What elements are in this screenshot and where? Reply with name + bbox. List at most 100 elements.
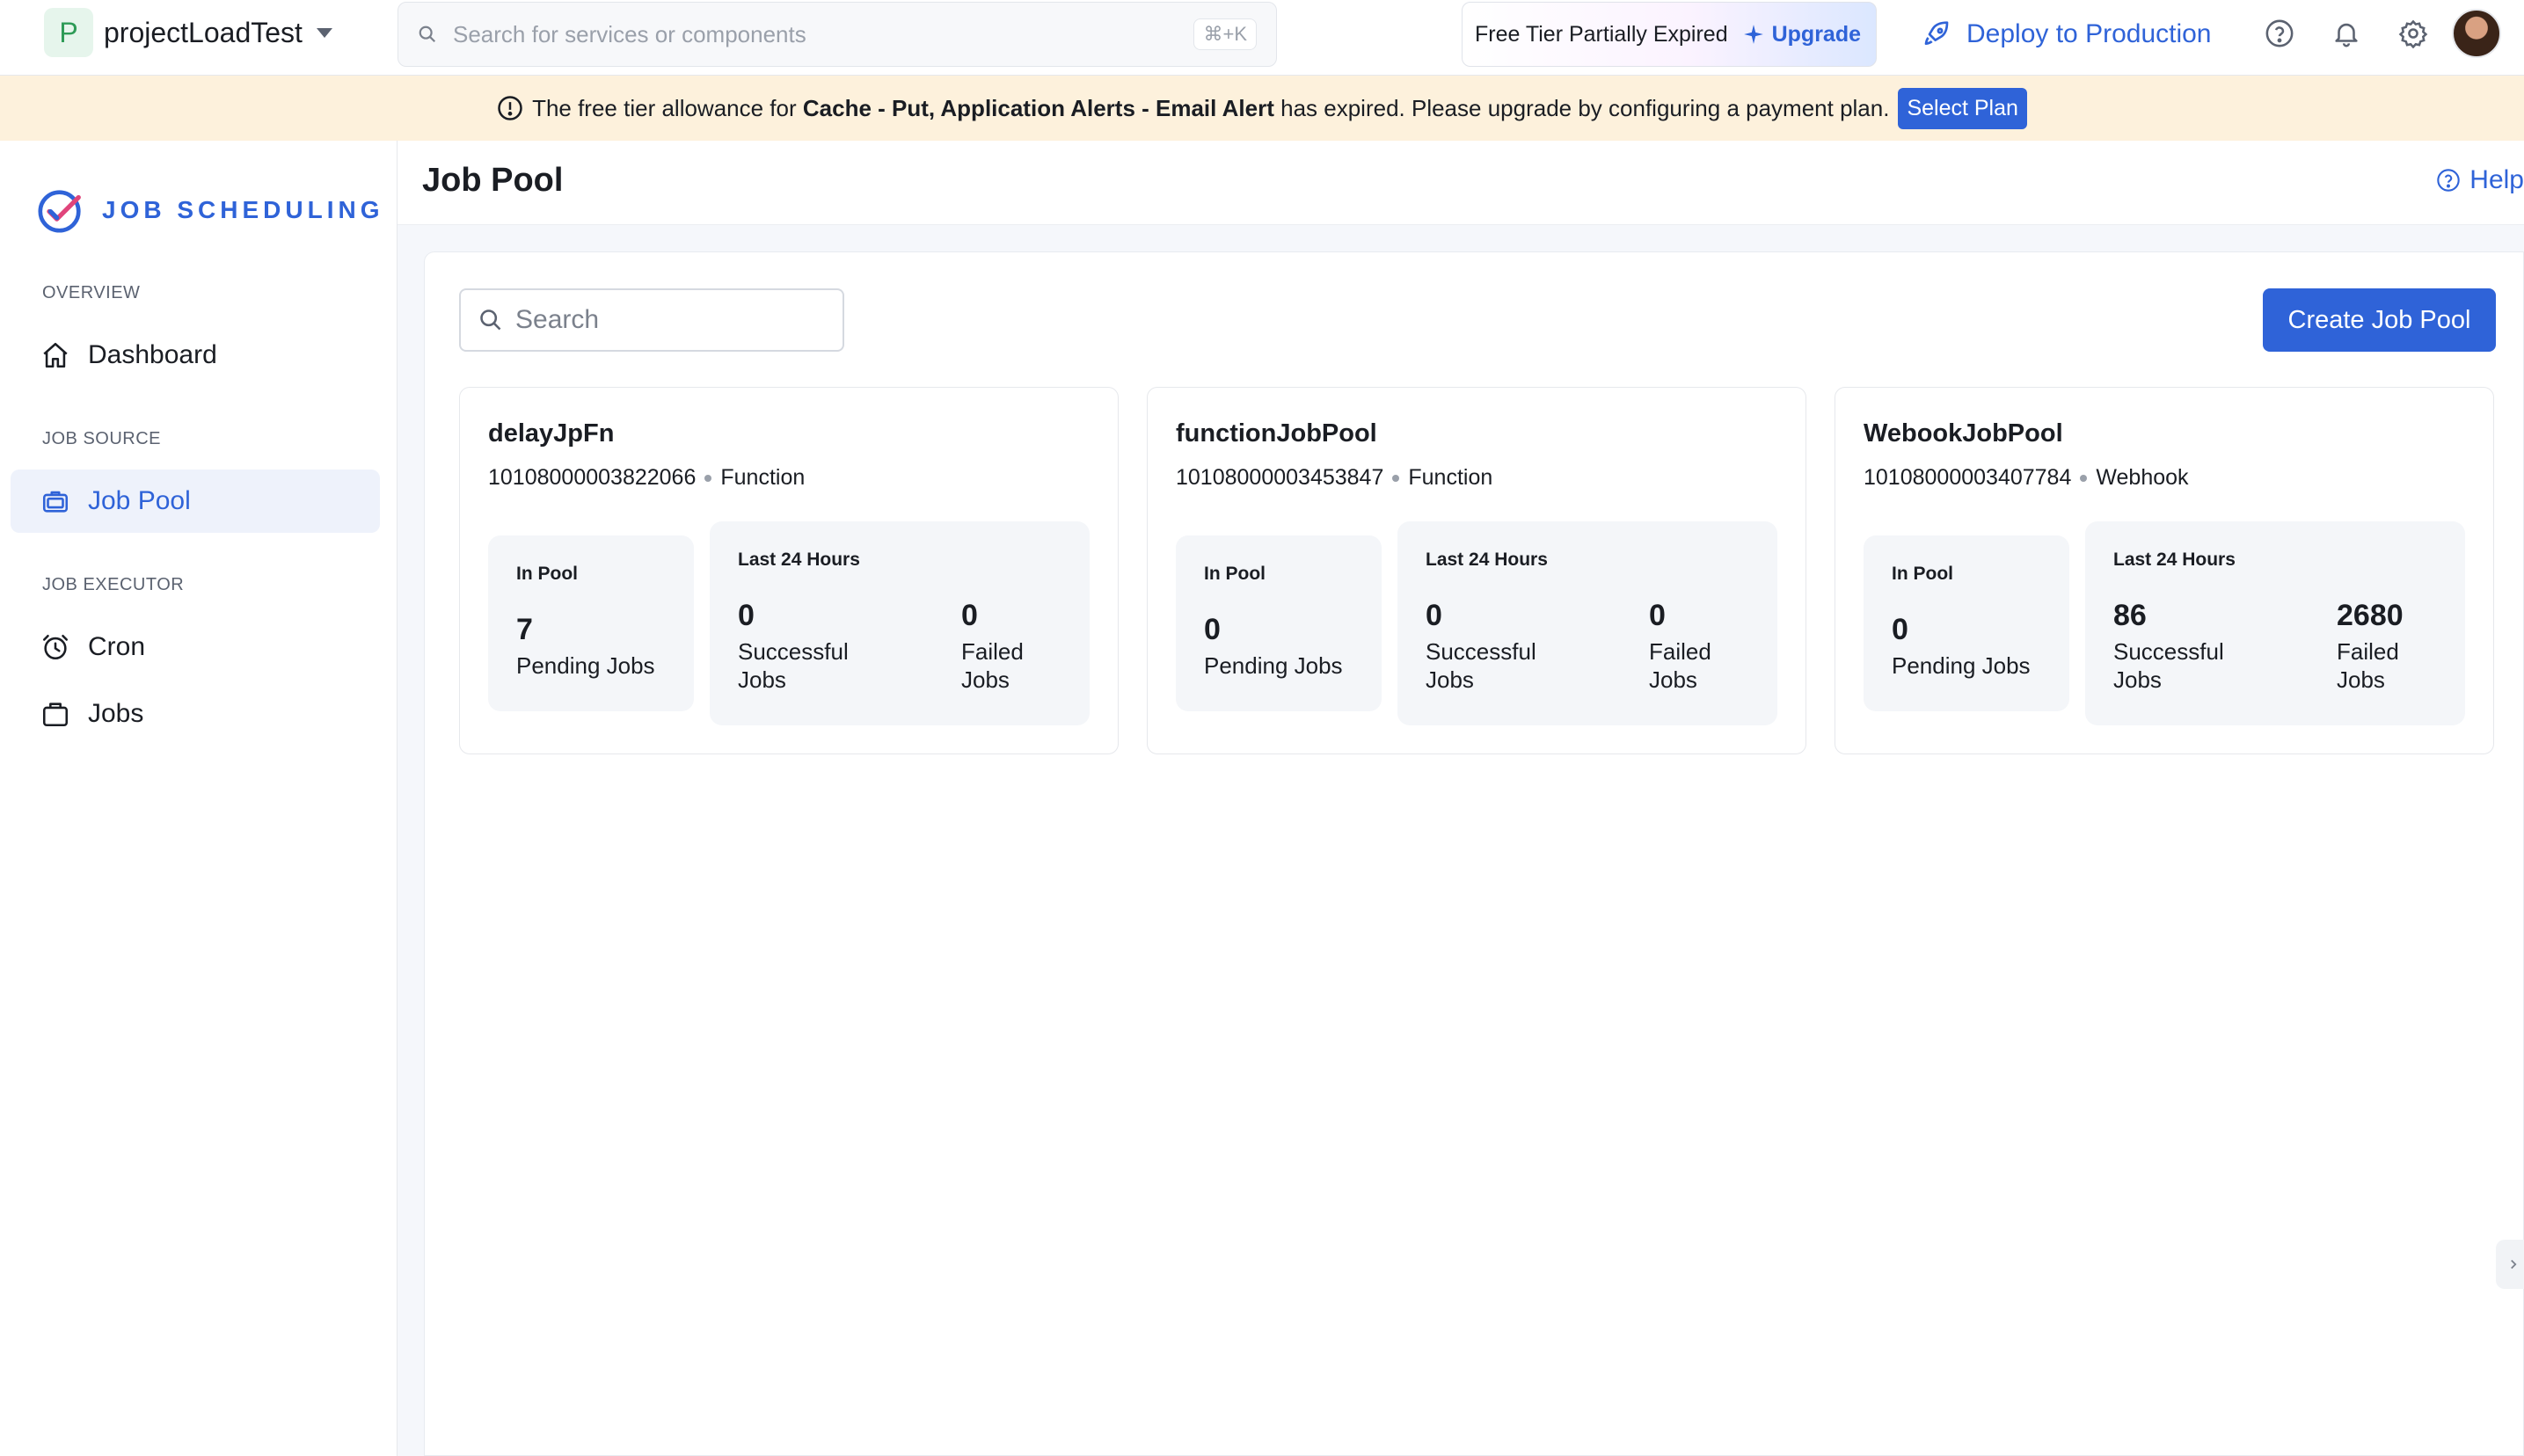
pool-type: Function — [720, 465, 806, 490]
sidebar-item-jobs[interactable]: Jobs — [11, 682, 380, 746]
pending-count: 0 — [1204, 613, 1221, 646]
upgrade-button[interactable]: Upgrade — [1742, 22, 1861, 47]
successful-label: Successful Jobs — [1426, 638, 1536, 693]
in-pool-title: In Pool — [516, 564, 578, 584]
deploy-button[interactable]: Deploy to Production — [1922, 12, 2212, 56]
expiry-banner: The free tier allowance for Cache - Put,… — [0, 76, 2524, 141]
job-pool-card[interactable]: functionJobPool 10108000003453847 Functio… — [1147, 387, 1806, 754]
project-avatar: P — [44, 8, 93, 57]
pool-id: 10108000003407784 — [1864, 465, 2072, 490]
job-scheduling-logo-icon — [38, 190, 81, 233]
pool-meta: 10108000003407784 Webhook — [1864, 465, 2189, 491]
deploy-label: Deploy to Production — [1966, 19, 2212, 48]
successful-count: 86 — [2113, 599, 2147, 632]
sidebar-item-cron[interactable]: Cron — [11, 615, 380, 679]
brand: JOB SCHEDULING — [35, 185, 383, 236]
sidebar-item-dashboard[interactable]: Dashboard — [11, 324, 380, 387]
search-icon — [480, 309, 501, 331]
failed-count: 0 — [1649, 599, 1666, 632]
job-pool-card[interactable]: delayJpFn 10108000003822066 Function In P… — [459, 387, 1119, 754]
pool-type: Function — [1408, 465, 1493, 490]
project-switcher[interactable]: P projectLoadTest — [44, 7, 332, 58]
last-24-hours-title: Last 24 Hours — [2113, 550, 2236, 570]
home-icon — [43, 342, 68, 368]
help-label: Help — [2469, 165, 2524, 194]
page-header: Job Pool Help — [398, 141, 2524, 225]
successful-label: Successful Jobs — [738, 638, 849, 693]
pool-name: delayJpFn — [488, 419, 615, 448]
sparkle-icon — [1743, 25, 1763, 44]
global-search-input[interactable]: Search for services or components ⌘+K — [398, 2, 1277, 67]
successful-count: 0 — [1426, 599, 1442, 632]
side-panel-toggle[interactable] — [2496, 1240, 2524, 1289]
pool-search-input[interactable]: Search — [459, 288, 844, 352]
section-label-job-executor: JOB EXECUTOR — [42, 575, 185, 594]
failed-label: Failed Jobs — [961, 638, 1024, 693]
last-24-hours-title: Last 24 Hours — [1426, 550, 1548, 570]
chevron-right-icon — [2511, 1259, 2517, 1270]
banner-text-after: has expired. Please upgrade by configuri… — [1280, 94, 1890, 121]
sidebar: JOB SCHEDULING OVERVIEW Dashboard JOB SO… — [0, 141, 398, 1456]
last-24-hours-box: Last 24 Hours 0 Successful Jobs 0 Failed… — [710, 521, 1090, 725]
pool-id: 10108000003453847 — [1176, 465, 1384, 490]
create-job-pool-button[interactable]: Create Job Pool — [2263, 288, 2496, 352]
failed-label: Failed Jobs — [1649, 638, 1711, 693]
failed-label: Failed Jobs — [2337, 638, 2399, 693]
sidebar-item-label: Cron — [88, 632, 146, 661]
search-shortcut: ⌘+K — [1193, 18, 1257, 50]
bell-icon[interactable] — [2329, 16, 2364, 51]
separator-dot — [1392, 474, 1400, 482]
successful-count: 0 — [738, 599, 755, 632]
upgrade-label: Upgrade — [1771, 21, 1862, 47]
help-link[interactable]: Help — [2436, 165, 2524, 195]
separator-dot — [2080, 474, 2088, 482]
failed-count: 0 — [961, 599, 978, 632]
page-title: Job Pool — [422, 162, 564, 199]
rocket-icon — [1924, 21, 1949, 45]
last-24-hours-box: Last 24 Hours 86 Successful Jobs 2680 Fa… — [2085, 521, 2465, 725]
sidebar-item-label: Dashboard — [88, 340, 217, 369]
separator-dot — [704, 474, 712, 482]
in-pool-box: In Pool 0 Pending Jobs — [1864, 535, 2069, 711]
project-name: projectLoadTest — [104, 16, 303, 48]
caret-down-icon — [316, 27, 332, 38]
pool-name: functionJobPool — [1176, 419, 1377, 448]
tier-status-banner: Free Tier Partially Expired Upgrade — [1462, 2, 1877, 67]
help-circle-icon[interactable] — [2262, 16, 2297, 51]
help-circle-icon — [2437, 169, 2461, 192]
pending-count: 7 — [516, 613, 533, 646]
pending-label: Pending Jobs — [1892, 652, 2031, 679]
gear-icon[interactable] — [2396, 16, 2431, 51]
job-pool-card[interactable]: WebookJobPool 10108000003407784 Webhook I… — [1835, 387, 2494, 754]
select-plan-button[interactable]: Select Plan — [1898, 87, 2027, 129]
search-icon — [419, 25, 436, 43]
alarm-clock-icon — [42, 634, 69, 660]
in-pool-box: In Pool 0 Pending Jobs — [1176, 535, 1382, 711]
pool-type: Webhook — [2096, 465, 2189, 490]
section-label-job-source: JOB SOURCE — [42, 429, 162, 448]
in-pool-title: In Pool — [1892, 564, 1953, 584]
global-search-placeholder: Search for services or components — [453, 20, 806, 47]
last-24-hours-box: Last 24 Hours 0 Successful Jobs 0 Failed… — [1397, 521, 1777, 725]
sidebar-item-label: Jobs — [88, 699, 144, 728]
tier-status-text: Free Tier Partially Expired — [1475, 21, 1728, 47]
bag-icon — [42, 703, 69, 727]
briefcase-icon — [42, 491, 69, 513]
sidebar-item-job-pool[interactable]: Job Pool — [11, 470, 380, 533]
pool-meta: 10108000003822066 Function — [488, 465, 805, 491]
brand-title: JOB SCHEDULING — [102, 196, 384, 223]
pending-label: Pending Jobs — [1204, 652, 1343, 679]
successful-label: Successful Jobs — [2113, 638, 2224, 693]
pending-count: 0 — [1892, 613, 1908, 646]
section-label-overview: OVERVIEW — [42, 283, 141, 302]
user-avatar[interactable] — [2452, 9, 2501, 58]
alert-circle-icon — [498, 96, 522, 120]
pool-meta: 10108000003453847 Function — [1176, 465, 1492, 491]
in-pool-title: In Pool — [1204, 564, 1266, 584]
pool-id: 10108000003822066 — [488, 465, 697, 490]
pool-name: WebookJobPool — [1864, 419, 2063, 448]
last-24-hours-title: Last 24 Hours — [738, 550, 860, 570]
failed-count: 2680 — [2337, 599, 2404, 632]
banner-services: Cache - Put, Application Alerts - Email … — [802, 94, 1274, 121]
pool-search-placeholder: Search — [515, 305, 600, 334]
